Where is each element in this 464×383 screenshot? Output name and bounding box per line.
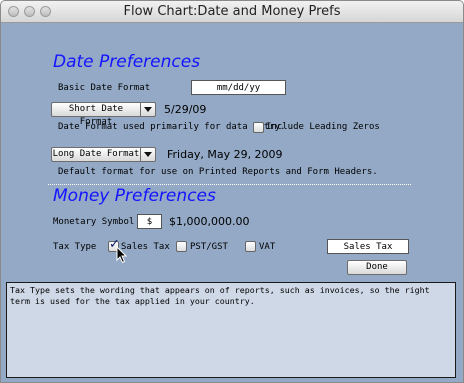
info-text: Tax Type sets the wording that appears o… [10,285,430,306]
done-button[interactable]: Done [347,260,407,275]
date-preferences-heading: Date Preferences [53,52,201,72]
short-date-format-button[interactable]: Short Date Format [51,102,140,127]
mouse-pointer-icon [116,246,128,264]
monetary-symbol-label: Monetary Symbol [53,217,135,227]
info-text-box: Tax Type sets the wording that appears o… [6,282,456,378]
prefs-window: Flow Chart:Date and Money Prefs Date Pre… [0,0,464,383]
short-date-example: 5/29/09 [164,103,207,116]
section-divider [48,184,411,185]
long-date-example: Friday, May 29, 2009 [167,148,283,161]
include-leading-zeros-label: Include Leading Zeros [266,122,380,132]
money-preferences-heading: Money Preferences [53,186,216,206]
basic-date-format-label: Basic Date Format [58,83,151,93]
short-date-description: Date Format used primarily for data entr… [58,122,286,132]
pst-gst-checkbox[interactable] [176,241,187,252]
dropdown-arrow-icon[interactable] [140,102,156,117]
long-date-description: Default format for use on Printed Report… [58,167,378,177]
vat-label: VAT [259,242,276,252]
monetary-symbol-field[interactable]: $ [137,214,162,229]
dropdown-arrow-icon[interactable] [140,147,156,162]
amount-example: $1,000,000.00 [169,215,250,228]
long-date-format-popup[interactable]: Long Date Format [51,147,156,162]
vat-checkbox[interactable] [245,241,256,252]
pst-gst-label: PST/GST [190,242,228,252]
tax-type-label: Tax Type [53,242,97,252]
short-date-format-popup[interactable]: Short Date Format [51,102,156,127]
include-leading-zeros-checkbox[interactable] [253,122,264,133]
basic-date-format-field[interactable]: mm/dd/yy [191,80,286,95]
window-title: Flow Chart:Date and Money Prefs [123,4,341,19]
tax-type-display-field[interactable]: Sales Tax [327,239,409,254]
sales-tax-label: Sales Tax [121,242,170,252]
title-bar[interactable]: Flow Chart:Date and Money Prefs [1,1,463,23]
content-area: Date Preferences Basic Date Format mm/dd… [1,23,463,382]
long-date-format-button[interactable]: Long Date Format [51,147,140,162]
